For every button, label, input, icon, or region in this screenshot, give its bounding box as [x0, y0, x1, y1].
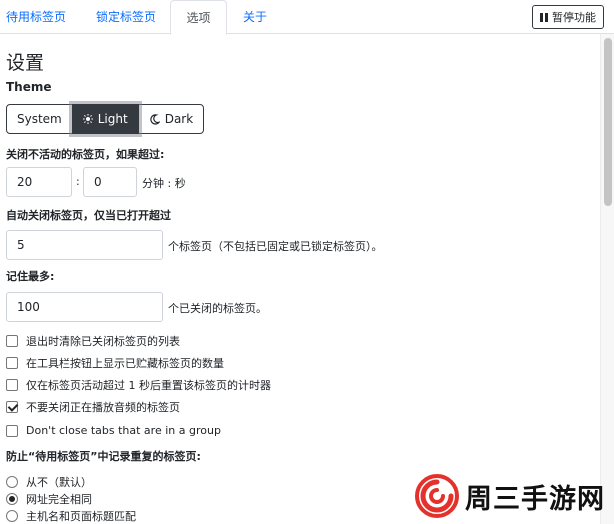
checkbox-keep-grouped-tabs[interactable]: Don't close tabs that are in a group: [6, 424, 221, 437]
remember-suffix: 个已关闭的标签页。: [168, 302, 267, 315]
vertical-scrollbar[interactable]: [600, 34, 614, 524]
tab-bar: 待用标签页 锁定标签页 选项 关于 暂停功能: [0, 0, 614, 35]
pause-button-label: 暂停功能: [552, 11, 596, 24]
scrollbar-thumb[interactable]: [604, 38, 612, 206]
checkbox[interactable]: [6, 379, 18, 391]
theme-label: Theme: [6, 80, 52, 94]
checkbox-show-count[interactable]: 在工具栏按钮上显示已贮藏标签页的数量: [6, 355, 224, 371]
radio-host-title[interactable]: 主机名和页面标题匹配: [6, 508, 136, 524]
sun-icon: [82, 114, 93, 124]
checkbox[interactable]: [6, 357, 18, 369]
checkbox-label: Don't close tabs that are in a group: [26, 424, 221, 437]
duplicates-label: 防止“待用标签页”中记录重复的标签页:: [6, 450, 201, 463]
theme-system-button[interactable]: System: [6, 104, 73, 134]
inactive-timeout-label: 关闭不活动的标签页，如果超过:: [6, 148, 165, 161]
seconds-input[interactable]: [83, 167, 137, 197]
theme-light-button[interactable]: Light: [71, 104, 139, 134]
auto-close-count-input[interactable]: [6, 230, 163, 260]
radio-button[interactable]: [6, 476, 18, 488]
auto-close-suffix: 个标签页（不包括已固定或已锁定标签页）。: [168, 240, 383, 253]
radio-exact-url[interactable]: 网址完全相同: [6, 491, 92, 507]
radio-button-checked[interactable]: [6, 493, 18, 505]
theme-system-label: System: [17, 112, 62, 126]
watermark: 周三手游网: [415, 474, 605, 518]
theme-dark-button[interactable]: Dark: [137, 104, 205, 134]
radio-label: 网址完全相同: [26, 493, 92, 506]
theme-dark-label: Dark: [164, 112, 194, 126]
watermark-text: 周三手游网: [465, 483, 605, 515]
watermark-logo-icon: [415, 474, 459, 518]
checkbox-label: 仅在标签页活动超过 1 秒后重置该标签页的计时器: [26, 379, 271, 392]
pause-icon: [540, 12, 548, 22]
checkbox-checked[interactable]: [6, 401, 18, 413]
pause-button[interactable]: 暂停功能: [532, 5, 604, 29]
moon-icon: [150, 113, 160, 125]
checkbox[interactable]: [6, 424, 18, 437]
theme-light-label: Light: [97, 112, 128, 126]
checkbox[interactable]: [6, 335, 18, 347]
theme-toggle-group: System Light Dark: [6, 104, 205, 134]
time-unit-label: 分钟 : 秒: [142, 177, 186, 190]
checkbox-keep-audio-tabs[interactable]: 不要关闭正在播放音频的标签页: [6, 399, 180, 415]
settings-heading: 设置: [6, 52, 45, 74]
radio-never[interactable]: 从不（默认）: [6, 474, 92, 490]
time-separator: :: [76, 175, 80, 188]
checkbox-reset-timer[interactable]: 仅在标签页活动超过 1 秒后重置该标签页的计时器: [6, 377, 271, 393]
radio-label: 从不（默认）: [26, 476, 92, 489]
remember-count-input[interactable]: [6, 292, 163, 322]
remember-label: 记住最多:: [6, 270, 55, 283]
tab-about[interactable]: 关于: [243, 0, 267, 34]
tab-locked-tabs[interactable]: 锁定标签页: [96, 0, 156, 34]
checkbox-label: 不要关闭正在播放音频的标签页: [26, 401, 180, 414]
checkbox-clear-on-exit[interactable]: 退出时清除已关闭标签页的列表: [6, 333, 180, 349]
radio-button[interactable]: [6, 510, 18, 522]
tab-waiting-tabs[interactable]: 待用标签页: [6, 0, 66, 34]
options-panel: 设置 Theme System Light Dark 关闭不活动的标签页，如果超…: [0, 34, 600, 524]
radio-label: 主机名和页面标题匹配: [26, 510, 136, 523]
auto-close-label: 自动关闭标签页，仅当已打开超过: [6, 209, 171, 222]
minutes-input[interactable]: [6, 167, 72, 197]
tab-options[interactable]: 选项: [170, 0, 227, 35]
checkbox-label: 退出时清除已关闭标签页的列表: [26, 335, 180, 348]
checkbox-label: 在工具栏按钮上显示已贮藏标签页的数量: [26, 357, 224, 370]
